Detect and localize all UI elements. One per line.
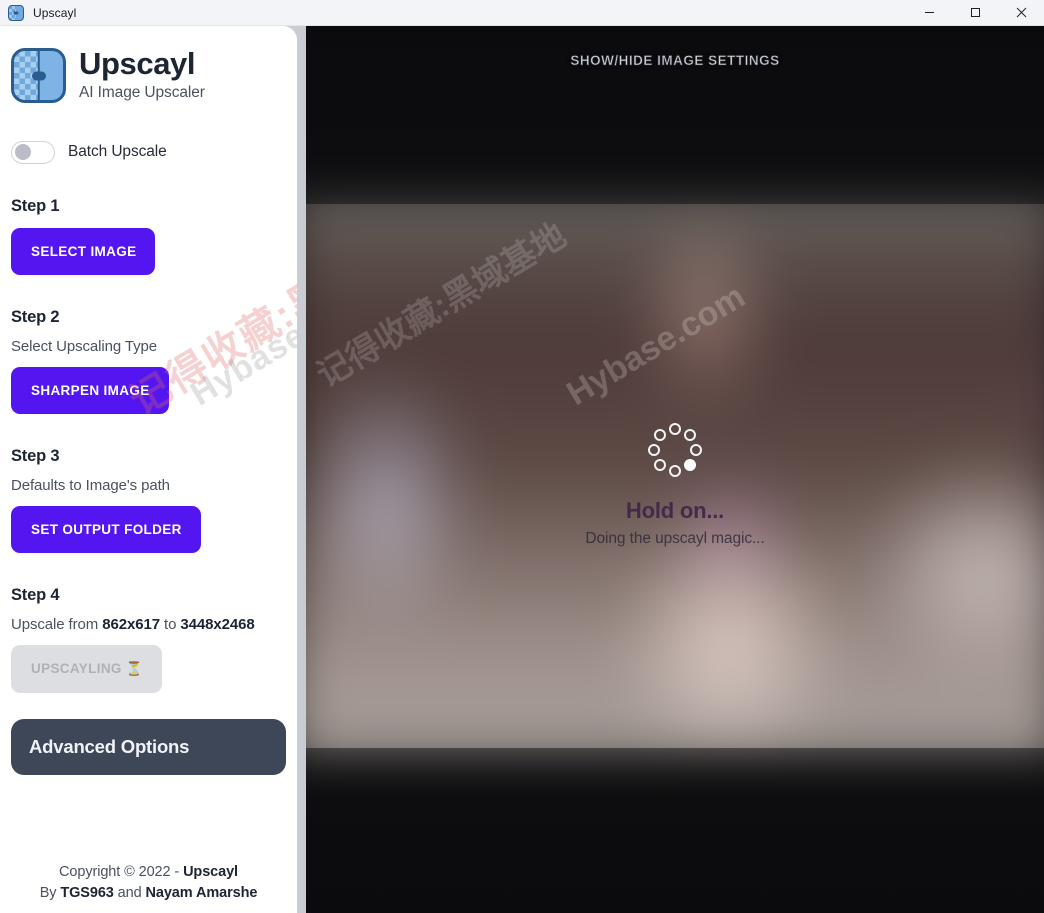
spinner-dot (654, 429, 667, 442)
spinner-dot (683, 458, 696, 471)
image-viewer[interactable]: 记得收藏:黑域基地 Hybase.com SHOW/HIDE IMAGE SET… (306, 26, 1044, 913)
resolution-prefix: Upscale from (11, 615, 103, 633)
step-3-heading: Step 3 (11, 446, 60, 465)
app-body: Upscayl AI Image Upscaler Batch Upscale … (0, 26, 1044, 913)
resolution-middle: to (159, 615, 181, 633)
brand-header: Upscayl AI Image Upscaler (11, 26, 286, 104)
loading-overlay: Hold on... Doing the upscayl magic... (306, 422, 1044, 548)
footer-author-2: Nayam Amarshe (145, 885, 258, 902)
close-icon[interactable] (998, 0, 1044, 26)
letterbox-bottom (306, 748, 1044, 913)
select-image-button[interactable]: SELECT IMAGE (11, 227, 156, 275)
sidebar-footer: Copyright © 2022 - Upscayl By TGS963 and… (11, 862, 286, 906)
advanced-options-panel[interactable]: Advanced Options (11, 718, 286, 775)
footer-copyright-prefix: Copyright © 2022 - (59, 863, 184, 880)
loading-message: Doing the upscayl magic... (585, 530, 765, 547)
footer-and: and (113, 885, 146, 902)
window-titlebar: Upscayl (0, 0, 1044, 26)
app-checker-icon (8, 4, 24, 21)
set-output-folder-button[interactable]: SET OUTPUT FOLDER (11, 505, 201, 553)
spinner-dot (669, 423, 681, 435)
spinner-dot (690, 444, 702, 456)
step-3-note: Defaults to Image's path (11, 476, 170, 494)
step-2-heading: Step 2 (11, 307, 60, 326)
footer-by-prefix: By (39, 885, 61, 902)
loading-spinner-icon (647, 422, 703, 478)
spinner-dot (654, 458, 667, 471)
batch-upscale-label: Batch Upscale (68, 143, 167, 161)
footer-authors-line: By TGS963 and Nayam Amarshe (11, 883, 286, 905)
loading-heading: Hold on... (625, 498, 725, 523)
step-4-resolution-note: Upscale from 862x617 to 3448x2468 (11, 616, 286, 633)
minimize-icon[interactable] (906, 0, 952, 26)
brand-text: Upscayl AI Image Upscaler (79, 46, 205, 104)
upscayl-logo-icon (11, 48, 66, 104)
spinner-dot (669, 465, 681, 477)
upscayl-button[interactable]: UPSCAYLING ⏳ (11, 644, 162, 693)
step-2-note: Select Upscaling Type (11, 337, 158, 355)
window-title: Upscayl (33, 5, 77, 20)
batch-upscale-toggle[interactable] (11, 140, 55, 164)
resolution-source: 862x617 (102, 615, 160, 633)
sidebar-content: Upscayl AI Image Upscaler Batch Upscale … (11, 26, 297, 913)
toggle-knob (15, 144, 31, 161)
footer-app-name: Upscayl (183, 863, 238, 880)
window-controls (906, 0, 1044, 26)
sharpen-image-button[interactable]: SHARPEN IMAGE (11, 366, 169, 414)
show-hide-image-settings-button[interactable]: SHOW/HIDE IMAGE SETTINGS (306, 53, 1044, 69)
advanced-options-label: Advanced Options (29, 735, 190, 757)
hourglass-icon: ⏳ (125, 660, 143, 676)
page-title: Upscayl (79, 46, 196, 81)
maximize-icon[interactable] (952, 0, 998, 26)
brand-subtitle: AI Image Upscaler (79, 83, 205, 101)
footer-copyright-line: Copyright © 2022 - Upscayl (11, 862, 286, 884)
spinner-dot (683, 429, 696, 442)
step-4-heading: Step 4 (11, 585, 60, 604)
resolution-target: 3448x2468 (180, 615, 255, 633)
step-1-heading: Step 1 (11, 196, 60, 215)
batch-upscale-row: Batch Upscale (11, 140, 286, 164)
spinner-dot (648, 444, 660, 456)
sidebar: Upscayl AI Image Upscaler Batch Upscale … (0, 26, 297, 913)
upscayl-button-label: UPSCAYLING (31, 661, 122, 677)
footer-author-1: TGS963 (60, 885, 114, 902)
